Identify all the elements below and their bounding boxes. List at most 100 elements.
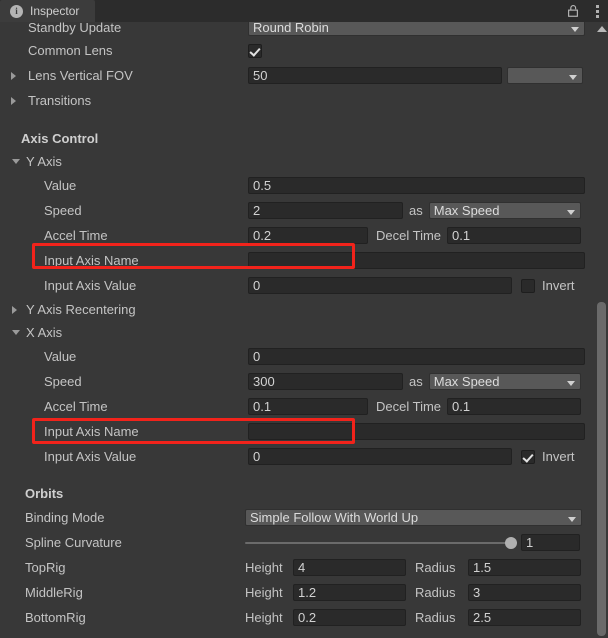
y-axis-input-axis-value-input[interactable]: 0 bbox=[248, 277, 512, 294]
x-axis-speed-label: Speed bbox=[44, 374, 82, 389]
lens-vertical-fov-foldout-icon[interactable] bbox=[11, 72, 16, 80]
y-axis-invert-checkbox[interactable] bbox=[521, 278, 535, 293]
y-axis-recentering-foldout-icon[interactable] bbox=[12, 306, 17, 314]
y-axis-invert-label: Invert bbox=[542, 278, 575, 293]
row-y-axis-accel: Accel Time 0.2 Decel Time 0.1 bbox=[0, 223, 595, 248]
x-axis-input-axis-name-label: Input Axis Name bbox=[44, 424, 139, 439]
toprig-radius-label: Radius bbox=[415, 560, 456, 575]
x-axis-invert-label: Invert bbox=[542, 449, 575, 464]
y-axis-foldout[interactable]: Y Axis bbox=[0, 150, 595, 173]
inspector-window: Standby Update Round Robin Common Lens L… bbox=[0, 0, 608, 638]
row-spline-curvature: Spline Curvature 1 bbox=[0, 530, 595, 555]
row-rig-bottomrig: BottomRig Height 0.2 Radius 2.5 bbox=[0, 605, 595, 630]
tab-inspector-label: Inspector bbox=[30, 4, 80, 18]
middlerig-height-input[interactable]: 1.2 bbox=[293, 584, 406, 601]
row-y-axis-input-axis-value: Input Axis Value 0 Invert bbox=[0, 273, 595, 298]
bottomrig-height-label: Height bbox=[245, 610, 283, 625]
inspector-scroll-content: Standby Update Round Robin Common Lens L… bbox=[0, 22, 595, 638]
y-axis-decel-time-label: Decel Time bbox=[376, 228, 442, 243]
axis-control-header: Axis Control bbox=[0, 127, 595, 150]
bottomrig-radius-input[interactable]: 2.5 bbox=[468, 609, 581, 626]
y-axis-recentering-label: Y Axis Recentering bbox=[26, 302, 136, 317]
axis-control-header-label: Axis Control bbox=[21, 131, 99, 146]
x-axis-speed-as-label: as bbox=[409, 374, 423, 389]
transitions-label: Transitions bbox=[28, 93, 92, 108]
y-axis-accel-time-input[interactable]: 0.2 bbox=[248, 227, 368, 244]
binding-mode-label: Binding Mode bbox=[25, 510, 105, 525]
middlerig-height-label: Height bbox=[245, 585, 283, 600]
row-binding-mode: Binding Mode Simple Follow With World Up bbox=[0, 505, 595, 530]
lens-vertical-fov-input[interactable]: 50 bbox=[248, 67, 502, 84]
lens-fov-preset-dropdown[interactable] bbox=[507, 67, 583, 84]
row-transitions[interactable]: Transitions bbox=[0, 88, 595, 113]
spline-curvature-slider-track bbox=[245, 542, 517, 544]
tabbar-actions bbox=[566, 0, 604, 22]
orbits-header: Orbits bbox=[0, 482, 595, 505]
spline-curvature-slider-thumb[interactable] bbox=[505, 537, 517, 549]
row-y-axis-speed: Speed 2 as Max Speed bbox=[0, 198, 595, 223]
y-axis-speed-input[interactable]: 2 bbox=[248, 202, 403, 219]
middlerig-radius-input[interactable]: 3 bbox=[468, 584, 581, 601]
x-axis-decel-time-label: Decel Time bbox=[376, 399, 442, 414]
x-axis-foldout-icon[interactable] bbox=[12, 330, 20, 335]
y-axis-input-axis-name-label: Input Axis Name bbox=[44, 253, 139, 268]
y-axis-decel-time-input[interactable]: 0.1 bbox=[447, 227, 582, 244]
x-axis-accel-time-input[interactable]: 0.1 bbox=[248, 398, 368, 415]
spline-curvature-slider[interactable] bbox=[245, 534, 517, 551]
scroll-up-arrow-icon[interactable] bbox=[597, 26, 607, 32]
x-axis-accel-time-label: Accel Time bbox=[44, 399, 108, 414]
y-axis-input-axis-value-label: Input Axis Value bbox=[44, 278, 137, 293]
row-common-lens: Common Lens bbox=[0, 38, 595, 63]
x-axis-input-axis-name-input[interactable] bbox=[248, 423, 585, 440]
row-y-axis-value: Value 0.5 bbox=[0, 173, 595, 198]
row-standby-update: Standby Update Round Robin bbox=[0, 22, 595, 38]
standby-update-label: Standby Update bbox=[28, 22, 122, 35]
standby-update-dropdown[interactable]: Round Robin bbox=[248, 22, 585, 36]
y-axis-speed-as-label: as bbox=[409, 203, 423, 218]
y-axis-speed-mode-dropdown[interactable]: Max Speed bbox=[428, 202, 581, 219]
row-y-axis-input-axis-name: Input Axis Name bbox=[0, 248, 595, 273]
x-axis-speed-mode-dropdown[interactable]: Max Speed bbox=[428, 373, 581, 390]
row-x-axis-value: Value 0 bbox=[0, 344, 595, 369]
inspector-tabbar: i Inspector bbox=[0, 0, 608, 22]
x-axis-foldout[interactable]: X Axis bbox=[0, 321, 595, 344]
row-rig-middlerig: MiddleRig Height 1.2 Radius 3 bbox=[0, 580, 595, 605]
toprig-height-input[interactable]: 4 bbox=[293, 559, 406, 576]
y-axis-foldout-icon[interactable] bbox=[12, 159, 20, 164]
middlerig-label: MiddleRig bbox=[25, 585, 83, 600]
y-axis-input-axis-name-input[interactable] bbox=[248, 252, 585, 269]
y-axis-value-label: Value bbox=[44, 178, 77, 193]
x-axis-label: X Axis bbox=[26, 325, 63, 340]
common-lens-checkbox[interactable] bbox=[248, 43, 262, 58]
middlerig-radius-label: Radius bbox=[415, 585, 456, 600]
row-lens-vertical-fov: Lens Vertical FOV 50 bbox=[0, 63, 595, 88]
y-axis-label: Y Axis bbox=[26, 154, 62, 169]
y-axis-value-input[interactable]: 0.5 bbox=[248, 177, 585, 194]
x-axis-invert-checkbox[interactable] bbox=[521, 449, 535, 464]
toprig-label: TopRig bbox=[25, 560, 66, 575]
spline-curvature-input[interactable]: 1 bbox=[521, 534, 580, 551]
row-x-axis-accel: Accel Time 0.1 Decel Time 0.1 bbox=[0, 394, 595, 419]
x-axis-value-label: Value bbox=[44, 349, 77, 364]
tab-inspector[interactable]: i Inspector bbox=[0, 0, 96, 22]
transitions-foldout-icon[interactable] bbox=[11, 97, 16, 105]
x-axis-speed-input[interactable]: 300 bbox=[248, 373, 403, 390]
row-x-axis-speed: Speed 300 as Max Speed bbox=[0, 369, 595, 394]
y-axis-recentering-foldout[interactable]: Y Axis Recentering bbox=[0, 298, 595, 321]
vertical-scrollbar[interactable] bbox=[595, 22, 608, 638]
orbits-header-label: Orbits bbox=[25, 486, 64, 501]
x-axis-input-axis-value-input[interactable]: 0 bbox=[248, 448, 512, 465]
x-axis-decel-time-input[interactable]: 0.1 bbox=[447, 398, 582, 415]
x-axis-value-input[interactable]: 0 bbox=[248, 348, 585, 365]
y-axis-accel-time-label: Accel Time bbox=[44, 228, 108, 243]
y-axis-speed-label: Speed bbox=[44, 203, 82, 218]
scrollbar-thumb[interactable] bbox=[597, 302, 606, 636]
bottomrig-height-input[interactable]: 0.2 bbox=[293, 609, 406, 626]
kebab-menu-icon[interactable] bbox=[590, 4, 604, 18]
bottomrig-label: BottomRig bbox=[25, 610, 86, 625]
x-axis-input-axis-value-label: Input Axis Value bbox=[44, 449, 137, 464]
toprig-radius-input[interactable]: 1.5 bbox=[468, 559, 581, 576]
row-rig-toprig: TopRig Height 4 Radius 1.5 bbox=[0, 555, 595, 580]
lock-icon[interactable] bbox=[566, 4, 580, 18]
binding-mode-dropdown[interactable]: Simple Follow With World Up bbox=[245, 509, 582, 526]
